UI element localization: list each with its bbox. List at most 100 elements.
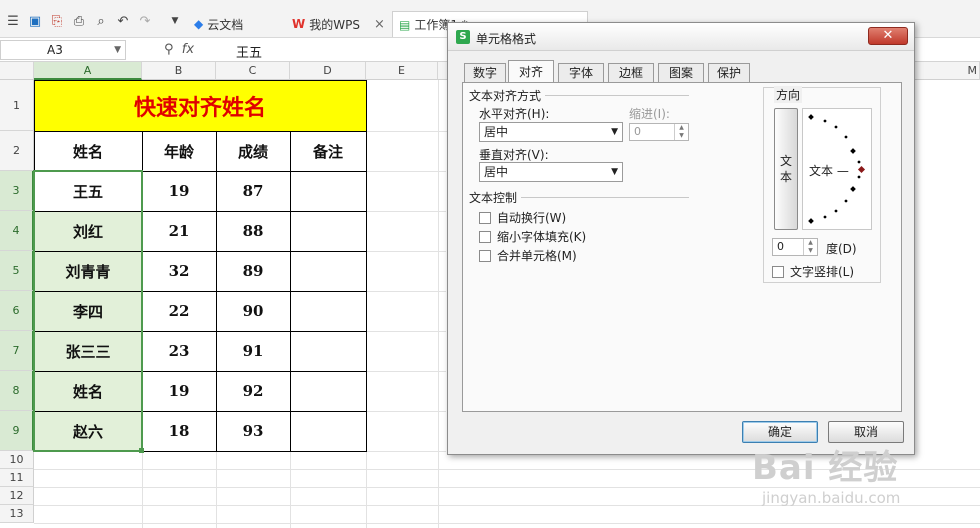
checkbox-shrink-to-fit[interactable]: 缩小字体填充(K) (479, 228, 586, 245)
checkbox-box[interactable] (479, 230, 491, 243)
dialog-title-bar[interactable]: S 单元格格式 ✕ (448, 23, 914, 51)
undo-icon[interactable]: ↶ (114, 12, 132, 30)
checkbox-merge-cells[interactable]: 合并单元格(M) (479, 247, 577, 264)
header-cell-age[interactable]: 年龄 (142, 131, 216, 171)
tab-font[interactable]: 字体 (558, 63, 604, 82)
table-cell-note[interactable] (290, 171, 366, 211)
table-cell-score[interactable]: 88 (216, 211, 290, 251)
table-cell-age[interactable]: 23 (142, 331, 216, 371)
column-header-e[interactable]: E (366, 62, 438, 80)
vertical-align-label: 垂直对齐(V): (479, 148, 549, 162)
checkbox-wrap-text[interactable]: 自动换行(W) (479, 209, 566, 226)
workbook-icon: ▤ (399, 17, 411, 32)
checkbox-vertical-layout[interactable]: 文字竖排(L) (772, 263, 854, 280)
table-cell-age[interactable]: 22 (142, 291, 216, 331)
table-cell-score[interactable]: 87 (216, 171, 290, 211)
row-header-4[interactable]: 4 (0, 211, 34, 251)
table-cell-note[interactable] (290, 411, 366, 451)
checkbox-box[interactable] (479, 249, 491, 262)
chevron-down-icon[interactable]: ▼ (114, 41, 121, 59)
table-cell-score[interactable]: 93 (216, 411, 290, 451)
row-header-1[interactable]: 1 (0, 80, 34, 131)
table-cell-age[interactable]: 32 (142, 251, 216, 291)
fill-handle[interactable] (139, 448, 144, 453)
tab-cloud-docs[interactable]: ◆ 云文档 (188, 11, 249, 37)
table-cell-score[interactable]: 90 (216, 291, 290, 331)
checkbox-box[interactable] (772, 265, 784, 278)
degree-stepper[interactable]: 0 ▲ ▼ (772, 238, 818, 256)
table-cell-note[interactable] (290, 211, 366, 251)
table-cell-score[interactable]: 92 (216, 371, 290, 411)
row-header-12[interactable]: 12 (0, 487, 34, 505)
header-cell-name[interactable]: 姓名 (34, 131, 142, 171)
row-header-10[interactable]: 10 (0, 451, 34, 469)
tab-number[interactable]: 数字 (464, 63, 506, 82)
column-header-b[interactable]: B (142, 62, 216, 80)
row-header-7[interactable]: 7 (0, 331, 34, 371)
row-header-3[interactable]: 3 (0, 171, 34, 211)
dialog-title: 单元格格式 (476, 32, 537, 46)
row-header-13[interactable]: 13 (0, 505, 34, 523)
more-dropdown-icon[interactable]: ▼ (166, 12, 184, 30)
name-box[interactable]: A3 ▼ (0, 40, 126, 60)
table-cell-score[interactable]: 89 (216, 251, 290, 291)
gridline (366, 451, 446, 452)
format-cells-dialog: S 单元格格式 ✕ 数字 对齐 字体 边框 图案 保护 文本对齐方式 水平对齐(… (447, 22, 915, 455)
table-cell-score[interactable]: 91 (216, 331, 290, 371)
row-header-11[interactable]: 11 (0, 469, 34, 487)
stepper-arrows-icon[interactable]: ▲ ▼ (674, 124, 688, 140)
checkbox-box[interactable] (479, 211, 491, 224)
column-header-a[interactable]: A (34, 62, 142, 80)
fx-icon[interactable]: ⚲ fx (164, 42, 194, 57)
row-header-6[interactable]: 6 (0, 291, 34, 331)
table-cell-note[interactable] (290, 251, 366, 291)
table-cell-age[interactable]: 19 (142, 371, 216, 411)
sheet-title-cell[interactable]: 快速对齐姓名 (34, 80, 366, 131)
vertical-align-select[interactable]: 居中 ▼ (479, 162, 623, 182)
horizontal-align-select[interactable]: 居中 ▼ (479, 122, 623, 142)
row-header-2[interactable]: 2 (0, 131, 34, 171)
table-cell-age[interactable]: 18 (142, 411, 216, 451)
horizontal-align-label: 水平对齐(H): (479, 107, 550, 121)
table-border (366, 80, 367, 452)
app-menu-icon[interactable]: ☰ (4, 12, 22, 30)
row-header-8[interactable]: 8 (0, 371, 34, 411)
watermark-line2: jingyan.baidu.com (762, 489, 901, 507)
save-icon[interactable]: ▣ (26, 12, 44, 30)
tab-protection[interactable]: 保护 (708, 63, 750, 82)
row-header-9[interactable]: 9 (0, 411, 34, 451)
formula-input[interactable]: 王五 (236, 42, 262, 61)
orientation-dial[interactable]: 文本 — (802, 108, 872, 230)
table-cell-note[interactable] (290, 291, 366, 331)
table-cell-age[interactable]: 21 (142, 211, 216, 251)
section-divider (545, 95, 689, 96)
column-header-d[interactable]: D (290, 62, 366, 80)
close-button[interactable]: ✕ (868, 27, 908, 45)
print-preview-icon[interactable]: ⌕ (92, 12, 110, 30)
tab-alignment[interactable]: 对齐 (508, 60, 554, 83)
tab-border[interactable]: 边框 (608, 63, 654, 82)
chevron-down-icon: ▼ (611, 167, 618, 177)
header-cell-note[interactable]: 备注 (290, 131, 366, 171)
table-cell-age[interactable]: 19 (142, 171, 216, 211)
header-cell-score[interactable]: 成绩 (216, 131, 290, 171)
orientation-label: 方向 (774, 86, 803, 103)
orientation-group: 方向 文 本 文本 — 0 ▲ ▼ 度(D) 文字竖排(L) (763, 86, 881, 283)
indent-stepper[interactable]: 0 ▲ ▼ (629, 123, 689, 141)
export-pdf-icon[interactable]: ⎘ (48, 12, 66, 30)
redo-icon[interactable]: ↷ (136, 12, 154, 30)
column-header-c[interactable]: C (216, 62, 290, 80)
checkbox-label: 自动换行(W) (497, 211, 567, 225)
print-icon[interactable]: ⎙ (70, 12, 88, 30)
tab-my-wps[interactable]: W 我的WPS × (286, 11, 391, 37)
select-all-corner[interactable] (0, 62, 34, 80)
tab-pattern[interactable]: 图案 (658, 63, 704, 82)
close-tab-icon[interactable]: × (374, 17, 385, 32)
gridline (366, 331, 446, 332)
row-header-5[interactable]: 5 (0, 251, 34, 291)
stepper-arrows-icon[interactable]: ▲ ▼ (803, 239, 817, 255)
vertical-text-button[interactable]: 文 本 (774, 108, 798, 230)
table-cell-note[interactable] (290, 331, 366, 371)
gridline (216, 451, 217, 528)
table-cell-note[interactable] (290, 371, 366, 411)
